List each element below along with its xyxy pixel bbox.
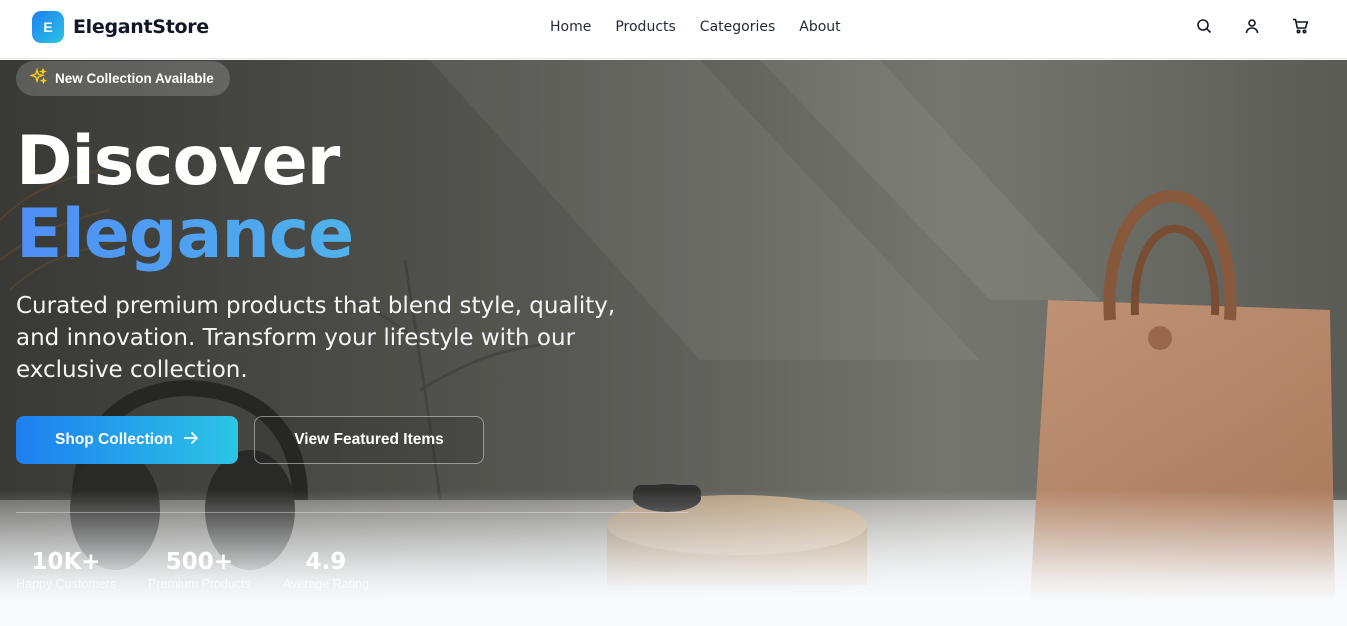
main-nav: Home Products Categories About	[550, 19, 841, 35]
nav-item-categories[interactable]: Categories	[700, 19, 775, 35]
user-icon[interactable]	[1243, 17, 1261, 35]
hero-section: New Collection Available Discover Elegan…	[0, 60, 1347, 600]
header-actions	[1195, 17, 1309, 35]
stat-average-rating: 4.9 Average Rating	[283, 548, 369, 592]
view-featured-items-button[interactable]: View Featured Items	[254, 416, 484, 464]
hero-stats: 10K+ Happy Customers 500+ Premium Produc…	[16, 548, 401, 592]
hero-title-line2: Elegance	[16, 195, 354, 274]
site-header: E ElegantStore Home Products Categories …	[0, 0, 1347, 59]
arrow-right-icon	[183, 431, 199, 450]
search-icon[interactable]	[1195, 17, 1213, 35]
badge-text: New Collection Available	[55, 71, 214, 86]
cart-icon[interactable]	[1291, 17, 1309, 35]
sparkles-icon	[29, 67, 48, 90]
view-featured-items-label: View Featured Items	[294, 431, 444, 448]
nav-item-about[interactable]: About	[799, 19, 840, 35]
stat-label: Premium Products	[148, 577, 251, 591]
stat-premium-products: 500+ Premium Products	[148, 548, 251, 592]
shop-collection-button[interactable]: Shop Collection	[16, 416, 238, 464]
hero-divider	[16, 512, 688, 513]
brand-logo[interactable]: E ElegantStore	[32, 11, 209, 43]
shop-collection-label: Shop Collection	[55, 431, 173, 448]
hero-subtitle: Curated premium products that blend styl…	[16, 293, 616, 383]
brand-name: ElegantStore	[73, 16, 209, 38]
new-collection-badge: New Collection Available	[16, 61, 230, 96]
nav-item-home[interactable]: Home	[550, 19, 591, 35]
stat-value: 4.9	[305, 549, 347, 575]
stat-happy-customers: 10K+ Happy Customers	[16, 548, 116, 592]
stat-value: 10K+	[31, 549, 101, 575]
stat-value: 500+	[165, 549, 234, 575]
stat-label: Average Rating	[282, 577, 369, 591]
logo-mark: E	[32, 11, 64, 43]
stat-label: Happy Customers	[16, 577, 117, 591]
nav-item-products[interactable]: Products	[615, 19, 675, 35]
hero-title-line1: Discover	[16, 122, 340, 201]
